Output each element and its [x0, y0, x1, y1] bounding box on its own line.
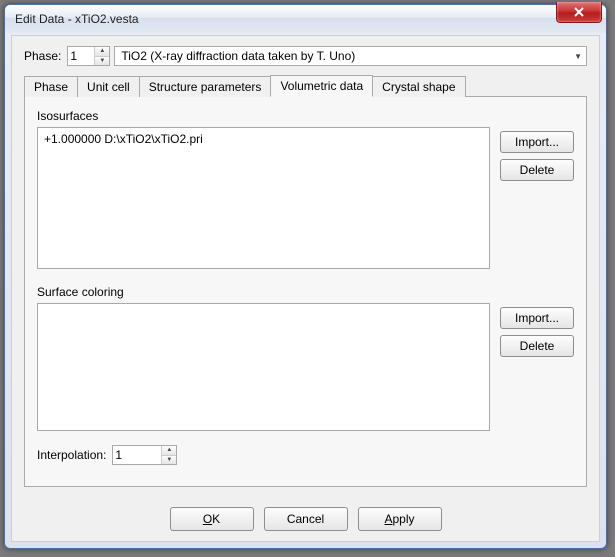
interpolation-spin-down[interactable]: ▼	[162, 456, 176, 465]
tab-unit-cell[interactable]: Unit cell	[77, 76, 140, 97]
tabpanel-volumetric: Isosurfaces +1.000000 D:\xTiO2\xTiO2.pri…	[24, 97, 587, 487]
phase-spinner-buttons: ▲ ▼	[94, 47, 109, 65]
surface-coloring-label: Surface coloring	[37, 285, 574, 299]
interpolation-label: Interpolation:	[37, 448, 106, 462]
ok-button[interactable]: OK	[170, 507, 254, 531]
ok-tail: K	[212, 512, 220, 526]
tab-phase[interactable]: Phase	[24, 76, 78, 97]
apply-tail: pply	[393, 512, 415, 526]
surface-coloring-listbox[interactable]	[37, 303, 490, 431]
interpolation-spin-buttons: ▲ ▼	[161, 446, 176, 464]
interpolation-input[interactable]	[113, 446, 161, 464]
surface-coloring-buttons: Import... Delete	[500, 307, 574, 357]
phase-row: Phase: ▲ ▼ TiO2 (X-ray diffraction data …	[24, 46, 587, 66]
phase-dropdown[interactable]: TiO2 (X-ray diffraction data taken by T.…	[114, 46, 587, 66]
dialog-footer: OK Cancel Apply	[12, 507, 599, 531]
chevron-down-icon: ▼	[574, 52, 582, 61]
tabstrip: Phase Unit cell Structure parameters Vol…	[24, 74, 587, 97]
surface-coloring-delete-button[interactable]: Delete	[500, 335, 574, 357]
surface-coloring-import-button[interactable]: Import...	[500, 307, 574, 329]
surface-coloring-row: Import... Delete	[37, 303, 574, 431]
phase-spinner-input[interactable]	[68, 47, 94, 65]
apply-button[interactable]: Apply	[358, 507, 442, 531]
isosurfaces-delete-button[interactable]: Delete	[500, 159, 574, 181]
close-button[interactable]	[556, 2, 602, 23]
cancel-button[interactable]: Cancel	[264, 507, 348, 531]
isosurfaces-row: +1.000000 D:\xTiO2\xTiO2.pri Import... D…	[37, 127, 574, 269]
window-title: Edit Data - xTiO2.vesta	[15, 12, 139, 26]
list-item[interactable]: +1.000000 D:\xTiO2\xTiO2.pri	[44, 132, 483, 146]
tab-volumetric-data[interactable]: Volumetric data	[270, 75, 373, 97]
interpolation-spin-up[interactable]: ▲	[162, 446, 176, 456]
tab-structure-parameters[interactable]: Structure parameters	[139, 76, 272, 97]
phase-spin-up[interactable]: ▲	[95, 47, 109, 57]
isosurfaces-import-button[interactable]: Import...	[500, 131, 574, 153]
phase-spin-down[interactable]: ▼	[95, 57, 109, 66]
client-area: Phase: ▲ ▼ TiO2 (X-ray diffraction data …	[11, 35, 600, 542]
phase-label: Phase:	[24, 49, 61, 63]
tab-crystal-shape[interactable]: Crystal shape	[372, 76, 465, 97]
close-icon	[574, 7, 584, 17]
isosurfaces-listbox[interactable]: +1.000000 D:\xTiO2\xTiO2.pri	[37, 127, 490, 269]
dialog-window: Edit Data - xTiO2.vesta Phase: ▲ ▼ TiO2 …	[4, 4, 607, 549]
phase-dropdown-value: TiO2 (X-ray diffraction data taken by T.…	[121, 49, 355, 63]
phase-spinner[interactable]: ▲ ▼	[67, 46, 110, 66]
interpolation-spinner[interactable]: ▲ ▼	[112, 445, 177, 465]
interpolation-row: Interpolation: ▲ ▼	[37, 445, 574, 465]
isosurfaces-label: Isosurfaces	[37, 109, 574, 123]
isosurfaces-buttons: Import... Delete	[500, 131, 574, 181]
titlebar[interactable]: Edit Data - xTiO2.vesta	[5, 5, 606, 33]
